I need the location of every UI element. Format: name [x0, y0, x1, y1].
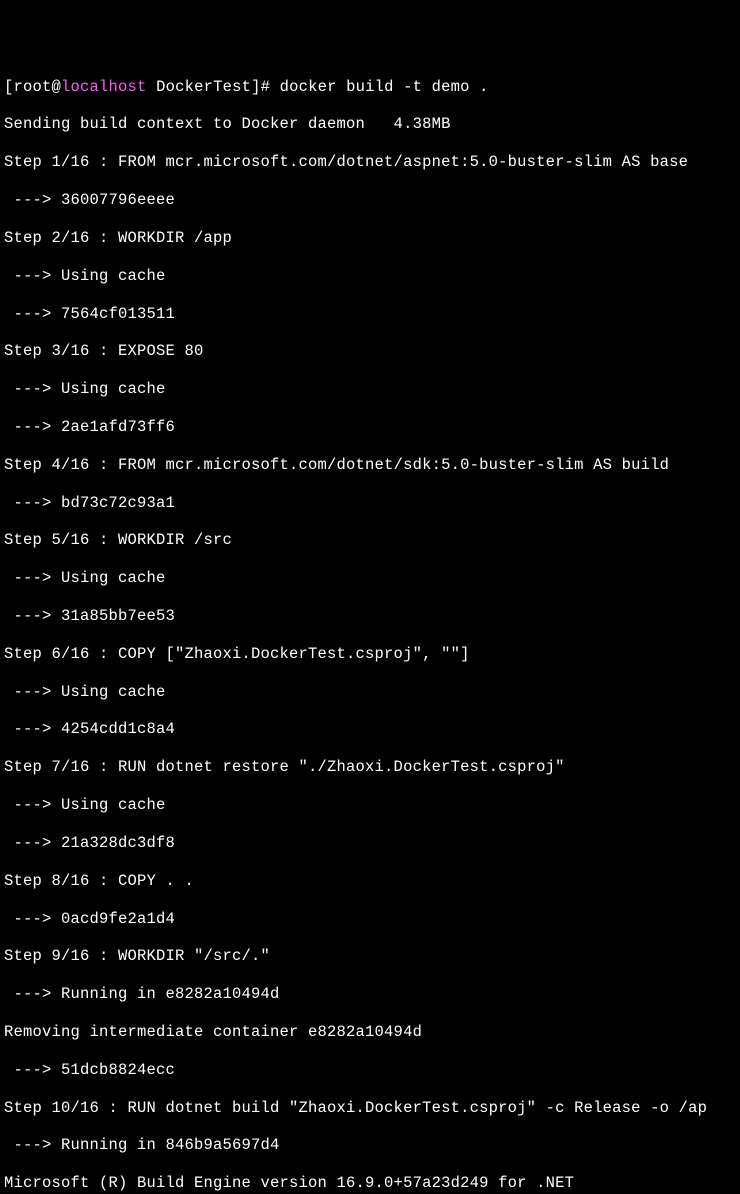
- output-line: ---> Running in e8282a10494d: [4, 985, 736, 1004]
- output-line: ---> Running in 846b9a5697d4: [4, 1136, 736, 1155]
- output-line: ---> 0acd9fe2a1d4: [4, 910, 736, 929]
- output-line: ---> 4254cdd1c8a4: [4, 720, 736, 739]
- prompt-user-bracket: [: [4, 78, 14, 96]
- output-line: ---> Using cache: [4, 796, 736, 815]
- output-line: Step 10/16 : RUN dotnet build "Zhaoxi.Do…: [4, 1099, 736, 1118]
- prompt-suffix: ]#: [251, 78, 280, 96]
- output-line: ---> Using cache: [4, 569, 736, 588]
- output-line: Step 6/16 : COPY ["Zhaoxi.DockerTest.csp…: [4, 645, 736, 664]
- output-line: Microsoft (R) Build Engine version 16.9.…: [4, 1174, 736, 1193]
- output-line: ---> 2ae1afd73ff6: [4, 418, 736, 437]
- output-line: Step 9/16 : WORKDIR "/src/.": [4, 947, 736, 966]
- output-line: ---> 51dcb8824ecc: [4, 1061, 736, 1080]
- output-line: Step 8/16 : COPY . .: [4, 872, 736, 891]
- output-line: Sending build context to Docker daemon 4…: [4, 115, 736, 134]
- output-line: Step 3/16 : EXPOSE 80: [4, 342, 736, 361]
- output-line: Step 5/16 : WORKDIR /src: [4, 531, 736, 550]
- output-line: Step 2/16 : WORKDIR /app: [4, 229, 736, 248]
- prompt-line[interactable]: [root@localhost DockerTest]# docker buil…: [4, 78, 736, 97]
- prompt-at: @: [52, 78, 62, 96]
- output-line: ---> Using cache: [4, 267, 736, 286]
- output-line: ---> Using cache: [4, 683, 736, 702]
- output-line: ---> 36007796eeee: [4, 191, 736, 210]
- output-line: Step 7/16 : RUN dotnet restore "./Zhaoxi…: [4, 758, 736, 777]
- output-line: ---> Using cache: [4, 380, 736, 399]
- command-text: docker build -t demo .: [280, 78, 489, 96]
- output-line: ---> 21a328dc3df8: [4, 834, 736, 853]
- output-line: ---> 7564cf013511: [4, 305, 736, 324]
- output-line: ---> 31a85bb7ee53: [4, 607, 736, 626]
- output-line: Step 4/16 : FROM mcr.microsoft.com/dotne…: [4, 456, 736, 475]
- prompt-host: localhost: [61, 78, 147, 96]
- output-line: Step 1/16 : FROM mcr.microsoft.com/dotne…: [4, 153, 736, 172]
- prompt-user: root: [14, 78, 52, 96]
- output-line: Removing intermediate container e8282a10…: [4, 1023, 736, 1042]
- prompt-path: DockerTest: [147, 78, 252, 96]
- output-line: ---> bd73c72c93a1: [4, 494, 736, 513]
